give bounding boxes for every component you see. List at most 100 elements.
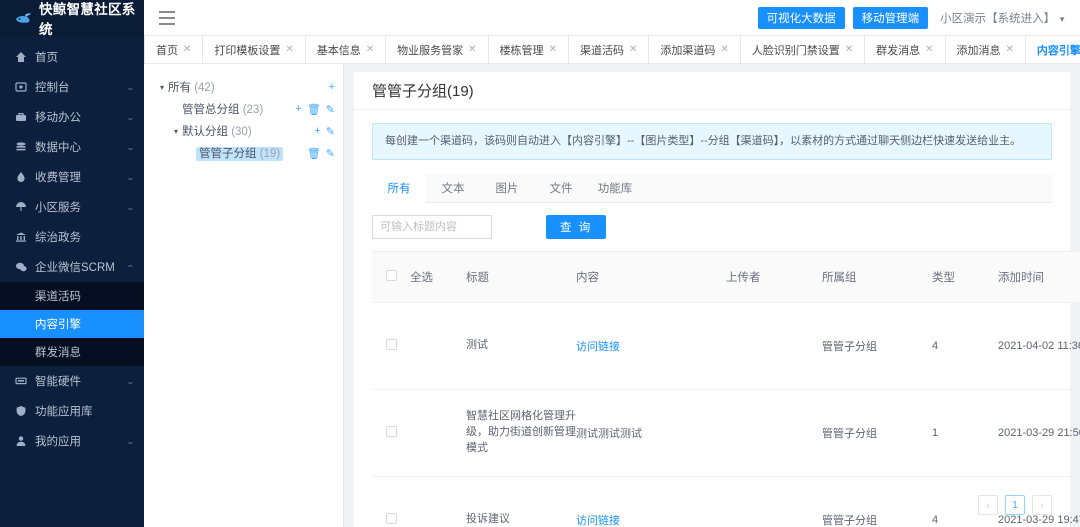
sidebar-item-label: 移动办公 <box>35 112 81 124</box>
page-title: 管管子分组(19) <box>372 83 474 100</box>
tree-node-name: 所有 <box>168 82 191 94</box>
sidebar-item-7[interactable]: 企业微信SCRM ⌄ <box>0 252 144 282</box>
table-head: 全选标题内容上传者所属组类型添加时间操作 <box>372 251 1080 304</box>
sidebar-subitem-2[interactable]: 群发消息 <box>0 338 144 366</box>
tab-bar: 首页 ✕ 打印模板设置 ✕ 基本信息 ✕ 物业服务管家 ✕ 楼栋管理 ✕ 渠道活码 ✕ 添加渠道码 ✕ 人脸… <box>144 36 1080 64</box>
whale-icon <box>14 11 32 25</box>
sidebar-subitem-0[interactable]: 渠道活码 <box>0 282 144 310</box>
bigdata-button[interactable]: 可视化大数据 <box>757 6 845 29</box>
close-icon[interactable]: ✕ <box>925 44 933 55</box>
tree-node-1[interactable]: 管管总分组 (23) + 🗑 ✎ <box>152 98 335 120</box>
sidebar-item-6[interactable]: 综治政务 <box>0 222 144 252</box>
materials-table-wrap: 全选标题内容上传者所属组类型添加时间操作 测试访问链接管管子分组42021-04… <box>372 251 1080 527</box>
tree-caret-icon[interactable]: ▾ <box>170 127 182 136</box>
tab-6[interactable]: 添加渠道码 ✕ <box>649 36 741 63</box>
tab-4[interactable]: 楼栋管理 ✕ <box>489 36 569 63</box>
mobile-admin-button[interactable]: 移动管理端 <box>852 6 929 29</box>
sidebar-item-label: 收费管理 <box>35 172 81 184</box>
content-tab-4[interactable]: 功能库 <box>588 174 642 202</box>
row-checkbox[interactable] <box>386 426 397 438</box>
visit-link[interactable]: 访问链接 <box>576 341 620 353</box>
tree-node-label: 默认分组 (30) <box>182 126 252 138</box>
close-icon[interactable]: ✕ <box>549 44 557 55</box>
tree-node-label: 管管总分组 (23) <box>182 104 263 116</box>
row-time: 2021-03-29 21:50:41 <box>998 389 1080 478</box>
logo[interactable]: 快鲸智慧社区系统 <box>0 0 144 37</box>
sidebar-subitem-label: 群发消息 <box>35 347 81 359</box>
pagination-next[interactable]: › <box>1032 495 1052 515</box>
close-icon[interactable]: ✕ <box>629 44 637 55</box>
column-header-3: 内容 <box>576 251 726 304</box>
edit-icon[interactable]: ✎ <box>326 147 335 160</box>
search-input[interactable] <box>372 215 492 240</box>
tab-1[interactable]: 打印模板设置 ✕ <box>203 36 306 63</box>
card-header: 管管子分组(19) <box>354 72 1070 110</box>
add-icon[interactable]: + <box>329 81 335 93</box>
sidebar-item-3[interactable]: 数据中心 ⌄ <box>0 132 144 162</box>
edit-icon[interactable]: ✎ <box>326 103 335 116</box>
add-icon[interactable]: + <box>314 125 320 138</box>
close-icon[interactable]: ✕ <box>366 44 374 55</box>
tab-7[interactable]: 人脸识别门禁设置 ✕ <box>741 36 866 63</box>
content-tab-1[interactable]: 文本 <box>426 174 480 202</box>
sidebar-item-label: 小区服务 <box>35 202 81 214</box>
tree-node-2[interactable]: ▾ 默认分组 (30) + ✎ <box>152 120 335 142</box>
table-header-row: 全选标题内容上传者所属组类型添加时间操作 <box>372 251 1080 304</box>
sidebar-item-2[interactable]: 我的应用 ⌄ <box>0 426 144 456</box>
sidebar-item-0[interactable]: 智能硬件 ⌄ <box>0 366 144 396</box>
close-icon[interactable]: ✕ <box>720 44 728 55</box>
tab-label: 打印模板设置 <box>214 44 281 57</box>
sidebar-item-1[interactable]: 功能应用库 <box>0 396 144 426</box>
edit-icon[interactable]: ✎ <box>326 125 335 138</box>
delete-icon[interactable]: 🗑 <box>307 147 321 160</box>
user-menu[interactable]: 小区演示【系统进入】 ▼ <box>940 10 1066 26</box>
tab-0[interactable]: 首页 ✕ <box>144 36 204 63</box>
tab-3[interactable]: 物业服务管家 ✕ <box>386 36 489 63</box>
pagination-prev[interactable]: ‹ <box>978 495 998 515</box>
sidebar-item-1[interactable]: 控制台 ⌄ <box>0 72 144 102</box>
delete-icon[interactable]: 🗑 <box>307 103 321 116</box>
tab-label: 渠道活码 <box>579 44 624 57</box>
close-icon[interactable]: ✕ <box>1006 44 1014 55</box>
user-menu-label: 小区演示【系统进入】 <box>940 12 1056 25</box>
row-checkbox[interactable] <box>386 339 397 351</box>
content-tab-0[interactable]: 所有 <box>372 174 426 204</box>
sidebar-item-5[interactable]: 小区服务 ⌄ <box>0 192 144 222</box>
database-icon <box>14 141 27 154</box>
close-icon[interactable]: ✕ <box>845 44 853 55</box>
tree-node-count: (19) <box>259 148 281 160</box>
close-icon[interactable]: ✕ <box>285 44 293 55</box>
tree-node-0[interactable]: ▾ 所有 (42) + <box>152 76 335 98</box>
tree-caret-icon[interactable]: ▾ <box>156 83 168 92</box>
tab-8[interactable]: 群发消息 ✕ <box>865 36 946 63</box>
tree-label-wrap: 管管总分组 (23) <box>182 101 295 117</box>
pagination-page-1[interactable]: 1 <box>1005 495 1025 515</box>
sidebar-item-2[interactable]: 移动办公 ⌄ <box>0 102 144 132</box>
row-uploader <box>726 302 822 391</box>
row-group: 管管子分组 <box>822 389 932 478</box>
add-icon[interactable]: + <box>295 103 301 116</box>
sidebar-item-0[interactable]: 首页 <box>0 42 144 72</box>
pagination: ‹ 1 › <box>354 481 1070 527</box>
content-tab-3[interactable]: 文件 <box>534 174 588 202</box>
search-button[interactable]: 查 询 <box>546 215 607 240</box>
content-tab-2[interactable]: 图片 <box>480 174 534 202</box>
menu-fold-icon[interactable] <box>159 10 175 25</box>
sidebar-item-4[interactable]: 收费管理 ⌄ <box>0 162 144 192</box>
tree-node-3[interactable]: 管管子分组 (19) 🗑 ✎ <box>152 142 335 164</box>
close-icon[interactable]: ✕ <box>468 44 476 55</box>
tab-2[interactable]: 基本信息 ✕ <box>306 36 387 63</box>
tree-node-count: (30) <box>231 126 252 138</box>
close-icon[interactable]: ✕ <box>183 44 191 55</box>
notice-banner: 每创建一个渠道码，该码则自动进入【内容引擎】--【图片类型】--分组【渠道码】，… <box>372 123 1052 161</box>
sidebar-submenu: 渠道活码 内容引擎群发消息 <box>0 282 144 366</box>
sidebar-subitem-1[interactable]: 内容引擎 <box>0 310 144 338</box>
tab-9[interactable]: 添加消息 ✕ <box>946 36 1026 63</box>
main-column: 管管子分组(19) 每创建一个渠道码，该码则自动进入【内容引擎】--【图片类型】… <box>344 64 1080 527</box>
sidebar-item-label: 智能硬件 <box>35 376 81 388</box>
tab-5[interactable]: 渠道活码 ✕ <box>569 36 650 63</box>
tab-10[interactable]: 内容引擎⟳✕ <box>1026 36 1080 63</box>
umbrella-icon <box>14 201 27 214</box>
select-all-checkbox[interactable] <box>386 270 397 282</box>
sidebar-item-label: 我的应用 <box>35 436 81 448</box>
